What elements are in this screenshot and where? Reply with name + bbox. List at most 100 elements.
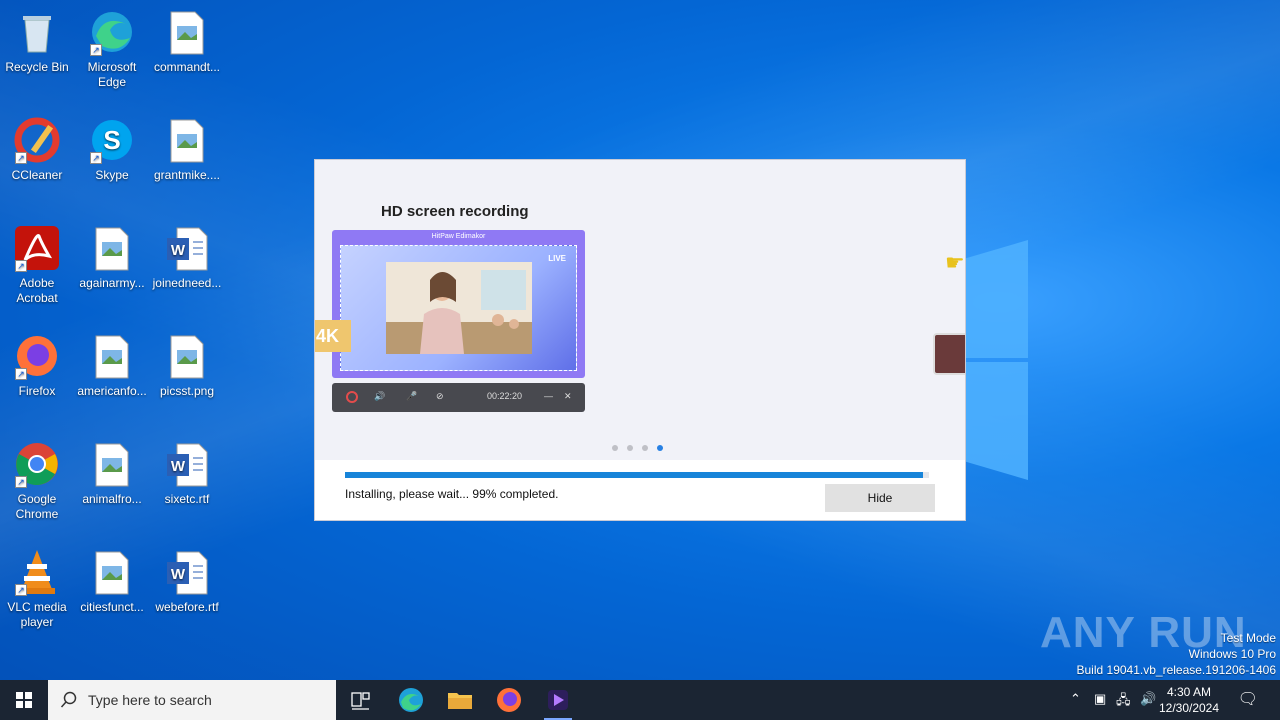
desktop-icon-label: Adobe Acrobat [16,276,58,305]
shortcut-arrow-icon: ↗ [15,584,27,596]
desktop-icon-label: picsst.png [159,384,215,398]
edge-icon: ↗ [88,8,136,56]
carousel-dot[interactable] [657,445,663,451]
edge-icon [399,688,423,712]
svg-text:S: S [103,125,120,155]
desktop-icon[interactable]: ↗ Google Chrome [0,440,75,522]
desktop-icon[interactable]: ↗ Adobe Acrobat [0,224,75,306]
task-view-button[interactable] [340,684,380,716]
taskbar-edge[interactable] [391,684,431,716]
preview-recording-area: LIVE [340,245,577,371]
search-placeholder: Type here to search [88,692,212,708]
minimize-icon: — [544,391,553,401]
desktop-icon-label: americanfo... [77,384,147,398]
desktop-icon-label: Firefox [18,384,56,398]
start-button[interactable] [0,680,48,720]
chrome-icon: ↗ [13,440,61,488]
taskbar-hitpaw-installer[interactable] [538,684,578,720]
svg-text:W: W [171,242,186,259]
desktop-icon-label: VLC media player [7,600,67,629]
install-progress-fill [345,472,924,478]
image-file-icon [163,116,211,164]
shortcut-arrow-icon: ↗ [15,152,27,164]
camera-off-icon: ⊘ [436,391,444,401]
desktop-icon-label: webefore.rtf [155,600,219,614]
taskbar-search-box[interactable]: Type here to search [48,680,336,720]
shortcut-arrow-icon: ↗ [90,152,102,164]
system-tray: ⌃ ▣ 🖧 🔊 4:30 AM 12/30/2024 🗨 [1060,680,1280,720]
desktop-icon-label: joinedneed... [152,276,222,290]
firefox-icon: ↗ [13,332,61,380]
desktop-icon[interactable]: animalfro... [74,440,150,507]
next-slide-peek [933,333,965,375]
shortcut-arrow-icon: ↗ [15,476,27,488]
shortcut-arrow-icon: ↗ [15,260,27,272]
image-file-icon [163,8,211,56]
recorder-toolbar: 🔊 🎤 ⊘ 00:22:20 — ✕ [332,383,585,412]
vlc-icon: ↗ [13,548,61,596]
live-label: LIVE [548,254,566,263]
desktop-icon[interactable]: againarmy... [74,224,150,291]
desktop-icon-label: Google Chrome [15,492,59,521]
desktop-icon[interactable]: ↗ Microsoft Edge [74,8,150,90]
image-file-icon [88,332,136,380]
desktop-icon[interactable]: Wsixetc.rtf [149,440,225,507]
desktop-icon[interactable]: Wwebefore.rtf [149,548,225,615]
image-file-icon [88,224,136,272]
test-mode-line: Test Mode [1220,631,1276,645]
taskbar: Type here to search ⌃ ▣ 🖧 🔊 4:30 AM 12/3… [0,680,1280,720]
desktop-icon[interactable]: americanfo... [74,332,150,399]
windows-edition-line: Windows 10 Pro [1188,647,1276,661]
hide-button[interactable]: Hide [825,484,935,512]
desktop-icon[interactable]: ↗ VLC media player [0,548,75,630]
firefox-icon [497,688,521,712]
clock-time: 4:30 AM [1166,685,1212,699]
desktop-icon-label: CCleaner [11,168,63,182]
carousel-dots [612,445,663,451]
preview-photo [386,262,532,354]
install-status-text: Installing, please wait... 99% completed… [345,487,559,501]
carousel-dot[interactable] [612,445,618,451]
4k-badge: 4K [315,320,351,352]
desktop-icon-label: sixetc.rtf [164,492,210,506]
svg-text:W: W [171,566,186,583]
image-file-icon [88,548,136,596]
desktop-icon-label: againarmy... [79,276,145,290]
record-icon [346,391,358,403]
installer-footer: Installing, please wait... 99% completed… [315,460,965,520]
desktop-icon[interactable]: S ↗ Skype [74,116,150,183]
svg-text:W: W [171,458,186,475]
desktop-icon[interactable]: picsst.png [149,332,225,399]
taskbar-firefox[interactable] [489,684,529,716]
meet-now-icon[interactable]: ▣ [1094,691,1106,707]
taskbar-file-explorer[interactable] [440,684,480,716]
task-view-icon [351,692,370,710]
windows-start-icon [16,692,32,708]
windows-wallpaper-logo [960,240,1028,480]
carousel-dot[interactable] [627,445,633,451]
word-doc-icon: W [163,440,211,488]
search-icon [60,691,77,708]
chevron-up-icon[interactable]: ⌃ [1070,691,1081,707]
image-file-icon [163,332,211,380]
desktop-icon[interactable]: ↗ CCleaner [0,116,75,183]
desktop-icon[interactable]: commandt... [149,8,225,75]
network-icon[interactable]: 🖧 [1116,691,1131,713]
recorder-time: 00:22:20 [487,391,523,401]
notification-icon[interactable]: 🗨 [1238,689,1258,709]
pointer-hand-icon: ☛ [945,250,965,275]
carousel-dot[interactable] [642,445,648,451]
desktop-icon[interactable]: Recycle Bin [0,8,75,75]
shortcut-arrow-icon: ↗ [90,44,102,56]
desktop-icon[interactable]: Wjoinedneed... [149,224,225,291]
taskbar-clock[interactable]: 4:30 AM 12/30/2024 [1154,684,1224,716]
desktop-icon[interactable]: ↗ Firefox [0,332,75,399]
preview-app-title: HitPaw Edimakor [431,233,486,240]
recycle-bin-icon [13,8,61,56]
speaker-icon: 🔊 [374,391,386,401]
desktop-icon[interactable]: citiesfunct... [74,548,150,615]
desktop-icon[interactable]: grantmike.... [149,116,225,183]
shortcut-arrow-icon: ↗ [15,368,27,380]
desktop-icon-label: animalfro... [82,492,142,506]
desktop-icon-label: Microsoft Edge [87,60,137,89]
